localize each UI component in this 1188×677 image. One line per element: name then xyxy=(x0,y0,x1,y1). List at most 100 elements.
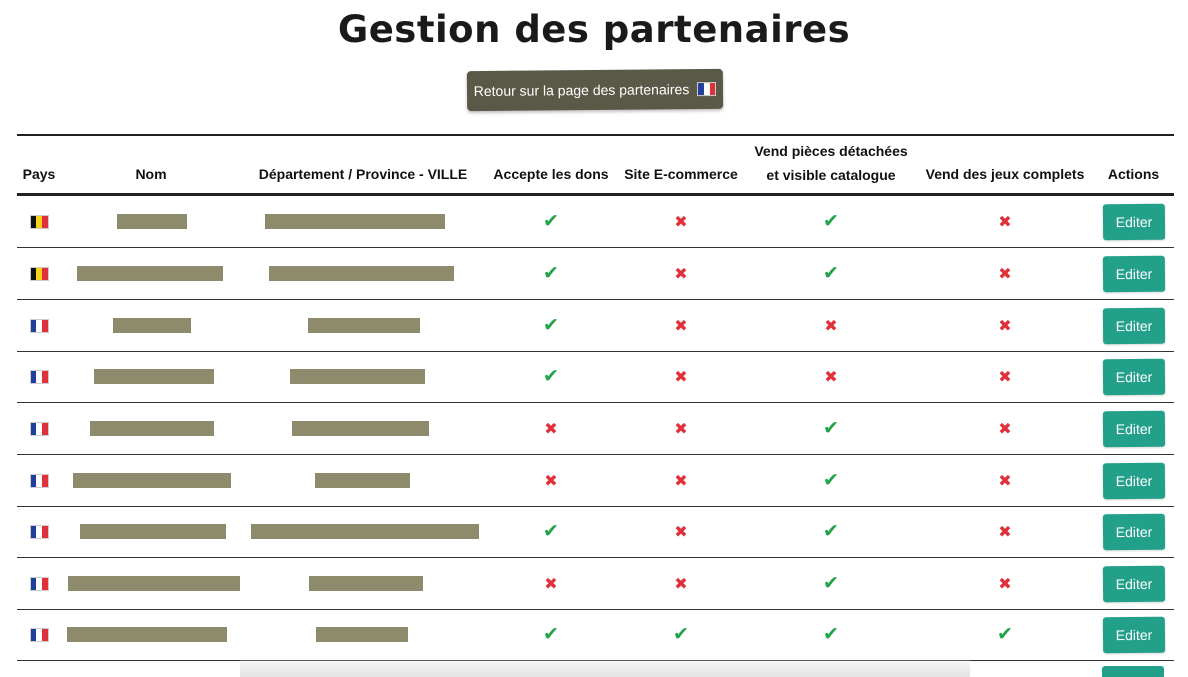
cross-icon: ✖ xyxy=(998,418,1012,438)
redacted-departement xyxy=(269,266,454,281)
belgium-flag-icon xyxy=(29,266,49,281)
cell-dons: ✖ xyxy=(485,403,617,454)
cell-ecommerce: ✖ xyxy=(617,403,745,454)
cell-jeux: ✖ xyxy=(917,300,1093,351)
table-row: ✖ ✖ ✔ ✖ Editer xyxy=(17,558,1174,610)
cross-icon: ✖ xyxy=(998,315,1012,335)
check-icon: ✔ xyxy=(823,262,839,284)
cell-dons: ✔ xyxy=(485,506,617,557)
redacted-name xyxy=(113,318,191,333)
cell-actions: Editer xyxy=(1093,351,1174,402)
cell-jeux: ✖ xyxy=(917,558,1093,609)
cell-dons: ✔ xyxy=(485,300,617,351)
edit-button[interactable]: Editer xyxy=(1102,307,1165,344)
cell-dons: ✖ xyxy=(485,455,617,506)
cell-pays xyxy=(17,403,61,454)
cell-pieces: ✔ xyxy=(745,248,917,299)
cross-icon: ✖ xyxy=(998,573,1012,593)
cross-icon: ✖ xyxy=(674,366,688,386)
cell-pays xyxy=(17,506,61,557)
cell-jeux: ✖ xyxy=(917,196,1093,247)
redacted-departement xyxy=(308,318,420,333)
header-pieces-line1: Vend pièces détachées xyxy=(754,143,908,159)
cross-icon: ✖ xyxy=(998,470,1012,490)
cell-pieces: ✔ xyxy=(745,403,917,454)
cell-dons: ✔ xyxy=(485,609,617,660)
header-pays: Pays xyxy=(22,166,56,182)
cell-pieces: ✔ xyxy=(745,196,917,247)
edit-button[interactable]: Editer xyxy=(1102,462,1165,499)
cross-icon: ✖ xyxy=(674,418,688,438)
cross-icon: ✖ xyxy=(998,521,1012,541)
cell-pays xyxy=(17,351,61,402)
cell-ecommerce: ✖ xyxy=(617,248,745,299)
cell-jeux: ✖ xyxy=(917,455,1093,506)
cell-pays xyxy=(17,609,61,660)
redacted-departement xyxy=(251,524,479,539)
cell-jeux: ✖ xyxy=(917,248,1093,299)
france-flag-icon xyxy=(29,524,49,539)
france-flag-icon xyxy=(29,369,49,384)
cell-dons: ✔ xyxy=(485,351,617,402)
cell-pieces: ✔ xyxy=(745,609,917,660)
edit-button[interactable]: Editer xyxy=(1102,203,1165,240)
cell-jeux: ✖ xyxy=(917,351,1093,402)
cell-pieces: ✔ xyxy=(745,455,917,506)
cell-actions: Editer xyxy=(1093,300,1174,351)
cross-icon: ✖ xyxy=(544,573,558,593)
edit-button[interactable]: Editer xyxy=(1102,616,1165,653)
cell-pays xyxy=(17,196,61,247)
check-icon: ✔ xyxy=(543,623,559,645)
cell-jeux: ✔ xyxy=(917,609,1093,660)
table-row: ✖ ✖ ✔ ✖ Editer xyxy=(17,455,1174,507)
cell-dons: ✔ xyxy=(485,248,617,299)
edit-button[interactable]: Editer xyxy=(1102,410,1165,447)
check-icon: ✔ xyxy=(823,210,839,232)
france-flag-icon xyxy=(29,318,49,333)
table-row: ✔ ✖ ✔ ✖ Editer xyxy=(17,196,1174,248)
cross-icon: ✖ xyxy=(824,366,838,386)
edit-button[interactable]: Editer xyxy=(1102,513,1165,550)
cross-icon: ✖ xyxy=(998,211,1012,231)
cell-ecommerce: ✖ xyxy=(617,196,745,247)
check-icon: ✔ xyxy=(823,623,839,645)
cell-jeux: ✖ xyxy=(917,403,1093,454)
cell-pieces: ✖ xyxy=(745,300,917,351)
cross-icon: ✖ xyxy=(824,315,838,335)
header-pieces-line2: et visible catalogue xyxy=(766,167,896,183)
france-flag-icon xyxy=(29,473,49,488)
redacted-name xyxy=(80,524,226,539)
back-button-label: Retour sur la page des partenaires xyxy=(473,81,690,100)
cell-actions: Editer xyxy=(1093,609,1174,660)
scroll-fade xyxy=(240,655,970,677)
edit-button[interactable]: Editer xyxy=(1102,358,1165,395)
redacted-name xyxy=(77,266,223,281)
cell-ecommerce: ✔ xyxy=(617,609,745,660)
check-icon: ✔ xyxy=(543,365,559,387)
cell-actions: Editer xyxy=(1093,248,1174,299)
redacted-name xyxy=(67,627,227,642)
redacted-departement xyxy=(290,369,425,384)
france-flag-icon xyxy=(29,627,49,642)
belgium-flag-icon xyxy=(29,214,49,229)
cell-pays xyxy=(17,300,61,351)
cell-ecommerce: ✖ xyxy=(617,558,745,609)
edit-button[interactable]: Editer xyxy=(1102,255,1165,292)
back-to-partners-button[interactable]: Retour sur la page des partenaires xyxy=(466,68,724,112)
header-ecommerce: Site E-commerce xyxy=(624,166,738,182)
cell-pieces: ✔ xyxy=(745,506,917,557)
cross-icon: ✖ xyxy=(544,418,558,438)
edit-button-partial[interactable] xyxy=(1102,666,1164,677)
redacted-departement xyxy=(309,576,423,591)
check-icon: ✔ xyxy=(543,210,559,232)
redacted-name xyxy=(90,421,214,436)
cross-icon: ✖ xyxy=(674,470,688,490)
check-icon: ✔ xyxy=(823,572,839,594)
cell-actions: Editer xyxy=(1093,403,1174,454)
check-icon: ✔ xyxy=(673,623,689,645)
edit-button[interactable]: Editer xyxy=(1102,565,1165,602)
cell-dons: ✔ xyxy=(485,196,617,247)
cell-ecommerce: ✖ xyxy=(617,455,745,506)
cross-icon: ✖ xyxy=(674,315,688,335)
table-row: ✔ ✖ ✔ ✖ Editer xyxy=(17,506,1174,558)
